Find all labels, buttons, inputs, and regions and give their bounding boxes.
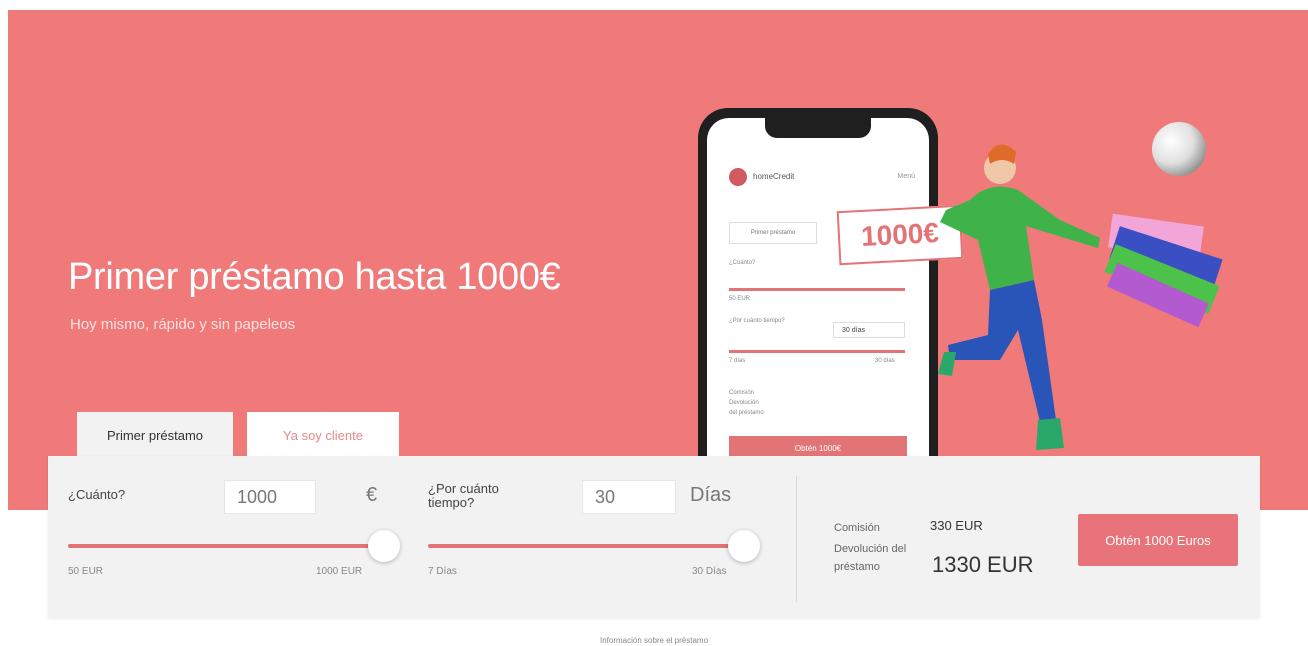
- commission-label: Comisión: [834, 522, 880, 534]
- phone-term-track: [729, 350, 905, 353]
- amount-unit: €: [366, 484, 378, 506]
- term-slider-handle[interactable]: [728, 530, 760, 562]
- loan-calculator: ¿Cuánto? 1000 € 50 EUR 1000 EUR ¿Por cuá…: [48, 456, 1260, 618]
- get-loan-button[interactable]: Obtén 1000 Euros: [1078, 514, 1238, 566]
- phone-amount-track: [729, 288, 905, 291]
- ball-decoration: [1152, 122, 1206, 176]
- phone-term-select: 30 días: [833, 322, 905, 338]
- return-value: 1330 EUR: [932, 552, 1034, 577]
- term-input[interactable]: 30: [582, 480, 676, 514]
- return-label: Devolución del préstamo: [834, 543, 907, 573]
- phone-term-value: 30 días: [842, 326, 865, 334]
- phone-summary-line: Devolución: [729, 400, 759, 406]
- phone-notch: [765, 118, 871, 138]
- phone-tab: Primer préstamo: [729, 222, 817, 244]
- phone-mockup: homeCredit Menú Primer préstamo ¿Cuánto?…: [698, 108, 938, 488]
- phone-amount-label: ¿Cuánto?: [729, 260, 756, 266]
- term-unit: Días: [690, 484, 732, 506]
- amount-min: 50 EUR: [68, 566, 104, 577]
- phone-term-max: 30 días: [875, 358, 895, 364]
- phone-term-min: 7 días: [729, 358, 746, 364]
- panel-divider: [796, 476, 797, 602]
- phone-amount-min: 50 EUR: [729, 296, 751, 302]
- amount-slider-handle[interactable]: [368, 530, 400, 562]
- amount-input[interactable]: 1000: [224, 480, 316, 514]
- term-label: ¿Por cuánto tiempo?: [428, 481, 499, 510]
- phone-summary-line: del préstamo: [729, 410, 764, 416]
- amount-label: ¿Cuánto?: [68, 487, 126, 502]
- amount-max: 1000 EUR: [316, 566, 363, 577]
- term-max: 30 Días: [692, 566, 727, 577]
- term-min: 7 Días: [428, 566, 457, 577]
- term-value: 30: [595, 486, 616, 507]
- amount-value: 1000: [237, 486, 278, 507]
- tab-existing-client[interactable]: Ya soy cliente: [247, 412, 399, 458]
- hero-title: Primer préstamo hasta 1000€: [68, 256, 561, 298]
- loan-info-link[interactable]: Información sobre el préstamo: [0, 636, 1308, 645]
- commission-value: 330 EUR: [930, 518, 983, 533]
- phone-term-label: ¿Por cuánto tiempo?: [729, 318, 785, 324]
- term-slider-track[interactable]: [428, 544, 744, 548]
- tab-first-loan[interactable]: Primer préstamo: [77, 412, 233, 458]
- hero-subtitle: Hoy mismo, rápido y sin papeleos: [70, 316, 296, 333]
- phone-summary-line: Comisión: [729, 390, 755, 396]
- amount-slider-track[interactable]: [68, 544, 384, 548]
- woman-shopping-illustration: [938, 144, 1223, 450]
- phone-screen: homeCredit Menú Primer préstamo ¿Cuánto?…: [707, 118, 929, 488]
- phone-brand: homeCredit: [753, 172, 795, 181]
- phone-menu: Menú: [897, 173, 915, 180]
- brand-logo-icon: [729, 168, 747, 186]
